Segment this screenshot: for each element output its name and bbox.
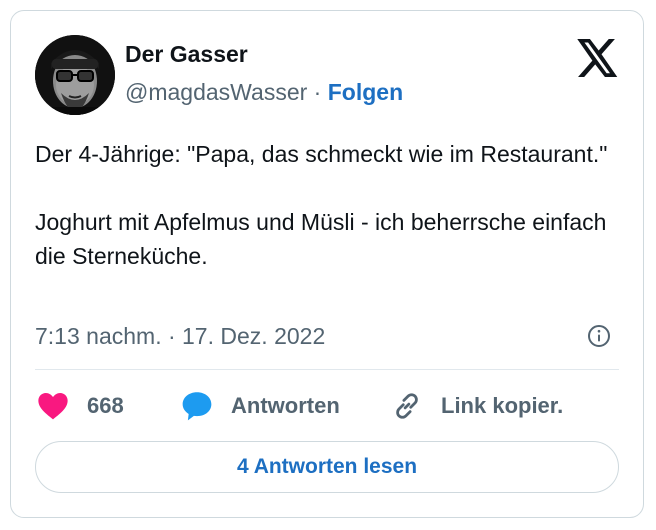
tweet-paragraph: Der 4-Jährige: "Papa, das schmeckt wie i… — [35, 141, 608, 167]
read-replies-button[interactable]: 4 Antworten lesen — [35, 441, 619, 493]
link-icon — [396, 393, 418, 419]
avatar[interactable] — [35, 35, 115, 115]
like-button[interactable]: 668 — [37, 389, 124, 423]
author-handle[interactable]: @magdasWasser — [125, 79, 307, 105]
speech-bubble-icon — [182, 392, 212, 421]
reply-button[interactable]: Antworten — [181, 389, 340, 423]
divider — [35, 369, 619, 370]
tweet-text: Der 4-Jährige: "Papa, das schmeckt wie i… — [35, 137, 625, 273]
tweet-timestamp[interactable]: 7:13 nachm. · 17. Dez. 2022 — [35, 323, 325, 350]
avatar-photo — [35, 35, 115, 115]
author-handle-row: @magdasWasser · Folgen — [125, 79, 403, 106]
tweet-embed-card: Der Gasser @magdasWasser · Folgen Der 4-… — [10, 10, 644, 518]
handle-separator: · — [313, 79, 322, 105]
reply-label: Antworten — [231, 393, 340, 418]
follow-link[interactable]: Folgen — [328, 79, 403, 105]
author-name[interactable]: Der Gasser — [125, 41, 248, 68]
tweet-paragraph: Joghurt mit Apfelmus und Müsli - ich beh… — [35, 209, 607, 269]
info-icon[interactable] — [587, 324, 611, 348]
copy-link-button[interactable]: Link kopier. — [391, 389, 563, 423]
heart-icon — [38, 393, 68, 420]
x-logo-icon[interactable] — [577, 39, 619, 77]
copy-link-label: Link kopier. — [441, 393, 564, 418]
like-count: 668 — [87, 393, 124, 418]
read-replies-label: 4 Antworten lesen — [236, 455, 418, 478]
